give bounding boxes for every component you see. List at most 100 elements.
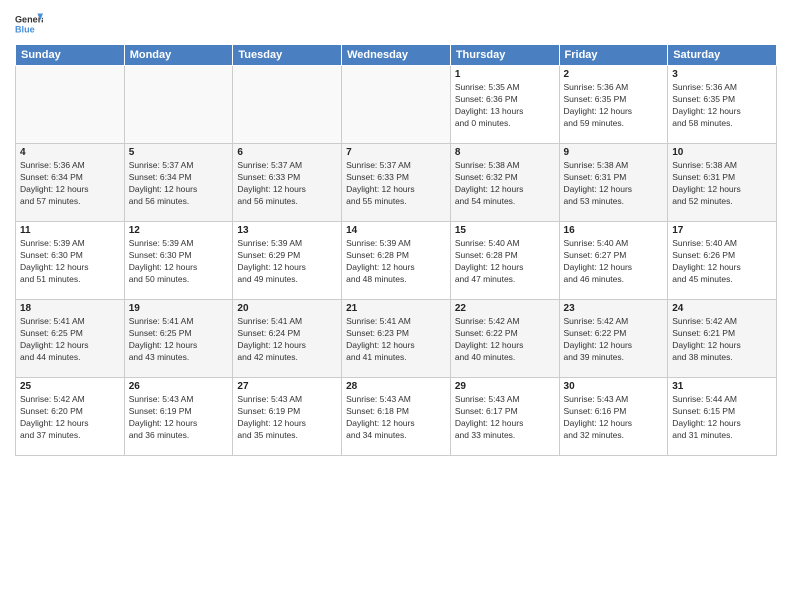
day-number: 26 (129, 381, 229, 392)
day-info: Sunrise: 5:40 AM Sunset: 6:27 PM Dayligh… (564, 238, 664, 286)
calendar-cell (124, 66, 233, 144)
day-info: Sunrise: 5:39 AM Sunset: 6:30 PM Dayligh… (129, 238, 229, 286)
weekday-header-friday: Friday (559, 45, 668, 66)
header: General Blue (15, 10, 777, 38)
calendar-cell: 14 Sunrise: 5:39 AM Sunset: 6:28 PM Dayli… (342, 222, 451, 300)
calendar-cell: 30Sunrise: 5:43 AM Sunset: 6:16 PM Dayli… (559, 378, 668, 456)
day-number: 3 (672, 69, 772, 80)
day-info: Sunrise: 5:40 AM Sunset: 6:26 PM Dayligh… (672, 238, 772, 286)
weekday-header-saturday: Saturday (668, 45, 777, 66)
calendar-cell: 1 Sunrise: 5:35 AM Sunset: 6:36 PM Daylig… (450, 66, 559, 144)
day-info: Sunrise: 5:39 AM Sunset: 6:30 PM Dayligh… (20, 238, 120, 286)
day-number: 18 (20, 303, 120, 314)
day-number: 27 (237, 381, 337, 392)
week-row-3: 11Sunrise: 5:39 AM Sunset: 6:30 PM Dayli… (16, 222, 777, 300)
day-number: 7 (346, 147, 446, 158)
day-number: 29 (455, 381, 555, 392)
day-info: Sunrise: 5:43 AM Sunset: 6:19 PM Dayligh… (237, 394, 337, 442)
calendar-cell: 25 Sunrise: 5:42 AM Sunset: 6:20 PM Dayli… (16, 378, 125, 456)
weekday-header-tuesday: Tuesday (233, 45, 342, 66)
calendar-cell: 26 Sunrise: 5:43 AM Sunset: 6:19 PM Dayli… (124, 378, 233, 456)
day-info: Sunrise: 5:38 AM Sunset: 6:32 PM Dayligh… (455, 160, 555, 208)
calendar-cell: 5 Sunrise: 5:37 AM Sunset: 6:34 PM Daylig… (124, 144, 233, 222)
day-number: 19 (129, 303, 229, 314)
weekday-header-thursday: Thursday (450, 45, 559, 66)
day-info: Sunrise: 5:36 AM Sunset: 6:35 PM Dayligh… (564, 82, 664, 130)
day-number: 6 (237, 147, 337, 158)
day-number: 28 (346, 381, 446, 392)
logo: General Blue (15, 10, 43, 38)
weekday-header-wednesday: Wednesday (342, 45, 451, 66)
day-info: Sunrise: 5:42 AM Sunset: 6:20 PM Dayligh… (20, 394, 120, 442)
day-number: 4 (20, 147, 120, 158)
day-info: Sunrise: 5:37 AM Sunset: 6:34 PM Dayligh… (129, 160, 229, 208)
calendar-cell: 15Sunrise: 5:40 AM Sunset: 6:28 PM Dayli… (450, 222, 559, 300)
day-info: Sunrise: 5:42 AM Sunset: 6:22 PM Dayligh… (455, 316, 555, 364)
calendar-cell: 20Sunrise: 5:41 AM Sunset: 6:24 PM Dayli… (233, 300, 342, 378)
day-info: Sunrise: 5:39 AM Sunset: 6:29 PM Dayligh… (237, 238, 337, 286)
day-info: Sunrise: 5:44 AM Sunset: 6:15 PM Dayligh… (672, 394, 772, 442)
calendar-cell: 16 Sunrise: 5:40 AM Sunset: 6:27 PM Dayli… (559, 222, 668, 300)
calendar-cell (16, 66, 125, 144)
day-info: Sunrise: 5:35 AM Sunset: 6:36 PM Dayligh… (455, 82, 555, 130)
day-number: 12 (129, 225, 229, 236)
day-info: Sunrise: 5:43 AM Sunset: 6:18 PM Dayligh… (346, 394, 446, 442)
calendar-cell: 9 Sunrise: 5:38 AM Sunset: 6:31 PM Daylig… (559, 144, 668, 222)
logo-icon: General Blue (15, 10, 43, 38)
day-number: 5 (129, 147, 229, 158)
day-number: 23 (564, 303, 664, 314)
day-info: Sunrise: 5:38 AM Sunset: 6:31 PM Dayligh… (564, 160, 664, 208)
day-info: Sunrise: 5:41 AM Sunset: 6:25 PM Dayligh… (20, 316, 120, 364)
calendar-cell: 22 Sunrise: 5:42 AM Sunset: 6:22 PM Dayli… (450, 300, 559, 378)
day-info: Sunrise: 5:42 AM Sunset: 6:21 PM Dayligh… (672, 316, 772, 364)
week-row-1: 1 Sunrise: 5:35 AM Sunset: 6:36 PM Daylig… (16, 66, 777, 144)
day-number: 25 (20, 381, 120, 392)
day-info: Sunrise: 5:41 AM Sunset: 6:23 PM Dayligh… (346, 316, 446, 364)
day-number: 24 (672, 303, 772, 314)
week-row-5: 25 Sunrise: 5:42 AM Sunset: 6:20 PM Dayli… (16, 378, 777, 456)
day-number: 20 (237, 303, 337, 314)
calendar-table: SundayMondayTuesdayWednesdayThursdayFrid… (15, 44, 777, 456)
day-number: 17 (672, 225, 772, 236)
calendar-cell: 17 Sunrise: 5:40 AM Sunset: 6:26 PM Dayli… (668, 222, 777, 300)
day-info: Sunrise: 5:36 AM Sunset: 6:35 PM Dayligh… (672, 82, 772, 130)
day-number: 9 (564, 147, 664, 158)
week-row-2: 4Sunrise: 5:36 AM Sunset: 6:34 PM Daylig… (16, 144, 777, 222)
calendar-cell: 24 Sunrise: 5:42 AM Sunset: 6:21 PM Dayli… (668, 300, 777, 378)
calendar-cell (342, 66, 451, 144)
day-number: 16 (564, 225, 664, 236)
calendar-cell: 21Sunrise: 5:41 AM Sunset: 6:23 PM Dayli… (342, 300, 451, 378)
calendar-cell: 27 Sunrise: 5:43 AM Sunset: 6:19 PM Dayli… (233, 378, 342, 456)
day-info: Sunrise: 5:39 AM Sunset: 6:28 PM Dayligh… (346, 238, 446, 286)
calendar-cell: 19 Sunrise: 5:41 AM Sunset: 6:25 PM Dayli… (124, 300, 233, 378)
calendar-cell: 10Sunrise: 5:38 AM Sunset: 6:31 PM Dayli… (668, 144, 777, 222)
calendar-cell: 8 Sunrise: 5:38 AM Sunset: 6:32 PM Daylig… (450, 144, 559, 222)
day-info: Sunrise: 5:43 AM Sunset: 6:17 PM Dayligh… (455, 394, 555, 442)
day-number: 15 (455, 225, 555, 236)
day-info: Sunrise: 5:37 AM Sunset: 6:33 PM Dayligh… (346, 160, 446, 208)
calendar-cell: 31Sunrise: 5:44 AM Sunset: 6:15 PM Dayli… (668, 378, 777, 456)
calendar-cell: 18 Sunrise: 5:41 AM Sunset: 6:25 PM Dayli… (16, 300, 125, 378)
calendar-cell: 23Sunrise: 5:42 AM Sunset: 6:22 PM Dayli… (559, 300, 668, 378)
calendar-cell: 7 Sunrise: 5:37 AM Sunset: 6:33 PM Daylig… (342, 144, 451, 222)
calendar-cell: 12 Sunrise: 5:39 AM Sunset: 6:30 PM Dayli… (124, 222, 233, 300)
calendar-cell: 4Sunrise: 5:36 AM Sunset: 6:34 PM Daylig… (16, 144, 125, 222)
calendar-cell: 2 Sunrise: 5:36 AM Sunset: 6:35 PM Daylig… (559, 66, 668, 144)
calendar-cell: 29 Sunrise: 5:43 AM Sunset: 6:17 PM Dayli… (450, 378, 559, 456)
day-info: Sunrise: 5:43 AM Sunset: 6:19 PM Dayligh… (129, 394, 229, 442)
day-info: Sunrise: 5:37 AM Sunset: 6:33 PM Dayligh… (237, 160, 337, 208)
day-info: Sunrise: 5:41 AM Sunset: 6:25 PM Dayligh… (129, 316, 229, 364)
day-number: 22 (455, 303, 555, 314)
weekday-header-monday: Monday (124, 45, 233, 66)
day-number: 14 (346, 225, 446, 236)
day-number: 2 (564, 69, 664, 80)
page: General Blue SundayMondayTuesdayWednesda… (0, 0, 792, 612)
day-number: 1 (455, 69, 555, 80)
week-row-4: 18 Sunrise: 5:41 AM Sunset: 6:25 PM Dayli… (16, 300, 777, 378)
day-number: 8 (455, 147, 555, 158)
calendar-cell: 28 Sunrise: 5:43 AM Sunset: 6:18 PM Dayli… (342, 378, 451, 456)
svg-text:Blue: Blue (15, 24, 35, 34)
calendar-cell: 3 Sunrise: 5:36 AM Sunset: 6:35 PM Daylig… (668, 66, 777, 144)
day-info: Sunrise: 5:43 AM Sunset: 6:16 PM Dayligh… (564, 394, 664, 442)
day-info: Sunrise: 5:38 AM Sunset: 6:31 PM Dayligh… (672, 160, 772, 208)
